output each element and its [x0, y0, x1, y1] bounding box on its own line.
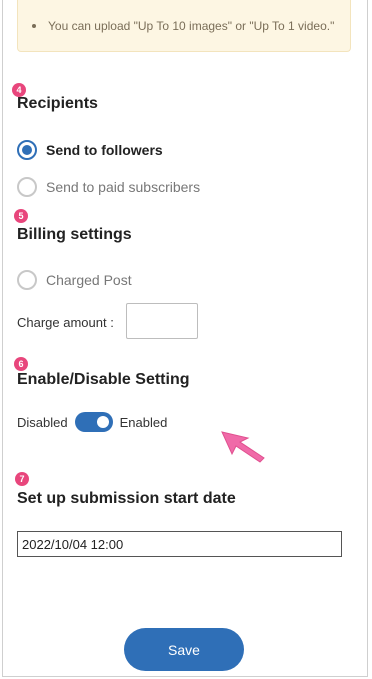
radio-unchecked-icon[interactable] — [17, 270, 37, 290]
charge-amount-input[interactable] — [126, 303, 198, 339]
send-to-followers-label: Send to followers — [46, 142, 163, 158]
radio-unchecked-icon[interactable] — [17, 177, 37, 197]
enabled-label: Enabled — [119, 414, 168, 430]
radio-send-to-paid-subscribers[interactable]: Send to paid subscribers — [17, 177, 200, 197]
charged-post-label: Charged Post — [46, 272, 132, 288]
bullet-icon — [32, 23, 36, 28]
disabled-label: Disabled — [17, 414, 68, 430]
recipients-heading: Recipients — [17, 95, 98, 112]
upload-notice: You can upload "Up To 10 images" or "Up … — [17, 0, 351, 52]
save-button[interactable]: Save — [124, 628, 244, 671]
radio-send-to-followers[interactable]: Send to followers — [17, 140, 163, 160]
enable-disable-heading: Enable/Disable Setting — [17, 371, 190, 388]
radio-checked-icon[interactable] — [17, 140, 37, 160]
toggle-knob — [96, 416, 109, 428]
step-badge-7: 7 — [15, 472, 29, 486]
enable-toggle-switch[interactable] — [74, 412, 113, 432]
send-to-paid-subscribers-label: Send to paid subscribers — [46, 179, 201, 195]
charge-amount-label: Charge amount : — [17, 315, 114, 330]
start-date-heading: Set up submission start date — [17, 490, 236, 507]
billing-heading: Billing settings — [17, 226, 132, 243]
upload-notice-text: You can upload "Up To 10 images" or "Up … — [48, 18, 335, 33]
enable-toggle-row: Disabled Enabled — [17, 412, 167, 432]
step-badge-6: 6 — [14, 357, 28, 371]
step-badge-5: 5 — [14, 209, 28, 223]
radio-charged-post[interactable]: Charged Post — [17, 270, 132, 290]
pointer-cursor-icon — [221, 431, 265, 463]
start-date-input[interactable] — [17, 531, 342, 557]
